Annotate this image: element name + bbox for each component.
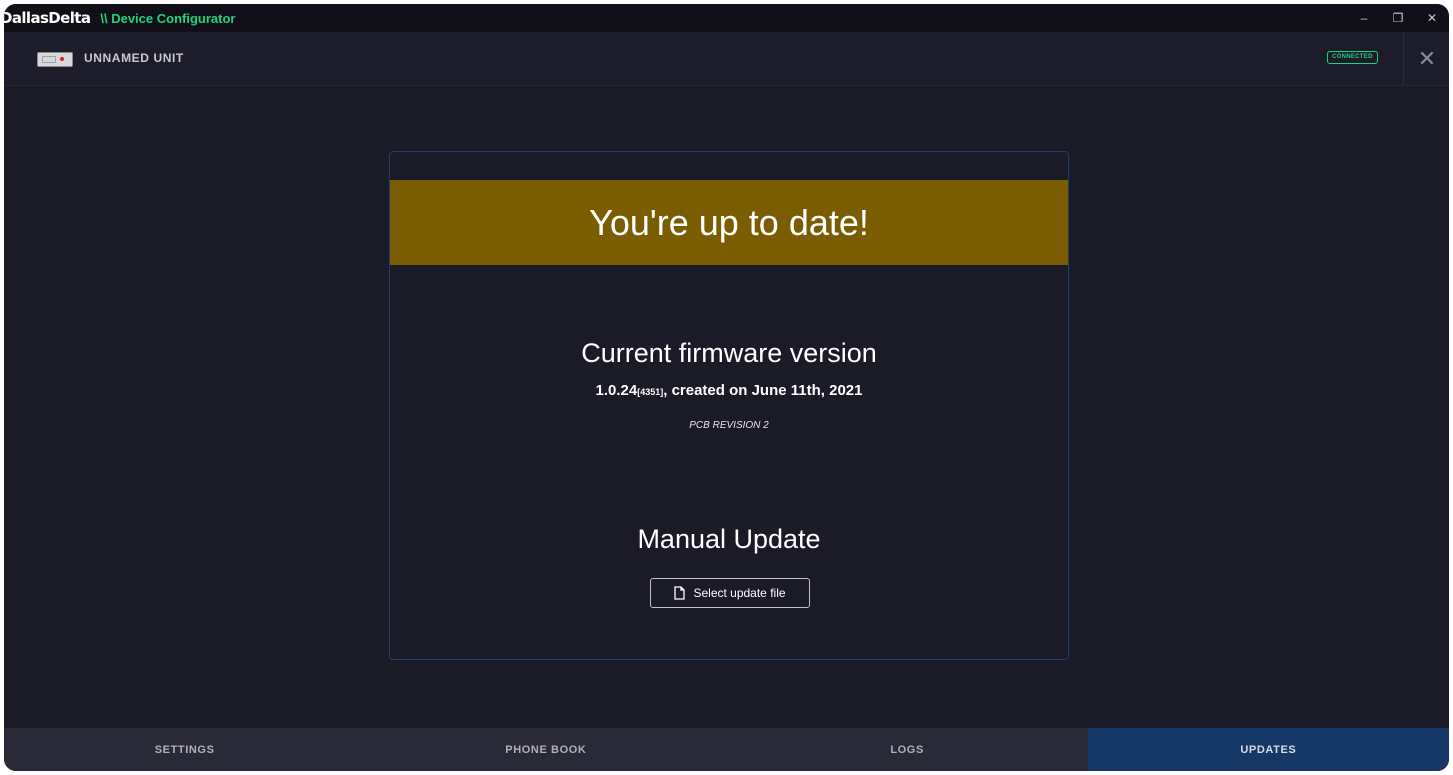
device-icon [37,52,73,67]
firmware-version: 1.0.24 [595,382,638,399]
minimize-button[interactable]: – [1347,4,1381,32]
banner-text: You're up to date! [589,201,869,243]
close-window-button[interactable]: ✕ [1415,4,1449,32]
update-card: You're up to date! Current firmware vers… [389,151,1069,660]
select-update-file-label: Select update file [693,586,786,600]
tab-settings[interactable]: SETTINGS [4,728,365,771]
window-controls: – ❐ ✕ [1347,4,1449,32]
firmware-version-line: 1.0.24[4351], created on June 11th, 2021 [390,382,1068,399]
tab-logs[interactable]: LOGS [727,728,1088,771]
app-title: \\ Device Configurator [100,10,236,26]
tab-updates[interactable]: UPDATES [1087,728,1449,771]
bottom-nav: SETTINGS PHONE BOOK LOGS UPDATES [4,728,1449,771]
app-window: DallasDelta \\ Device Configurator – ❐ ✕… [4,4,1449,771]
restore-button[interactable]: ❐ [1381,4,1415,32]
close-unit-button[interactable]: ✕ [1403,32,1449,85]
brand-logo: DallasDelta [4,9,91,27]
manual-update-heading: Manual Update [637,524,821,554]
status-badge: CONNECTED [1327,51,1378,64]
file-icon [674,586,686,600]
up-to-date-banner: You're up to date! [390,180,1068,265]
select-update-file-button[interactable]: Select update file [650,578,810,608]
tab-phone-book[interactable]: PHONE BOOK [365,728,726,771]
pcb-revision: PCB REVISION 2 [689,420,769,431]
firmware-created: , created on June 11th, 2021 [663,382,863,399]
unit-header: UNNAMED UNIT CONNECTED ✕ [4,32,1449,86]
firmware-heading: Current firmware version [581,338,877,368]
firmware-build: [4351] [637,387,664,397]
title-bar: DallasDelta \\ Device Configurator – ❐ ✕ [4,4,1449,32]
unit-name: UNNAMED UNIT [84,51,184,65]
